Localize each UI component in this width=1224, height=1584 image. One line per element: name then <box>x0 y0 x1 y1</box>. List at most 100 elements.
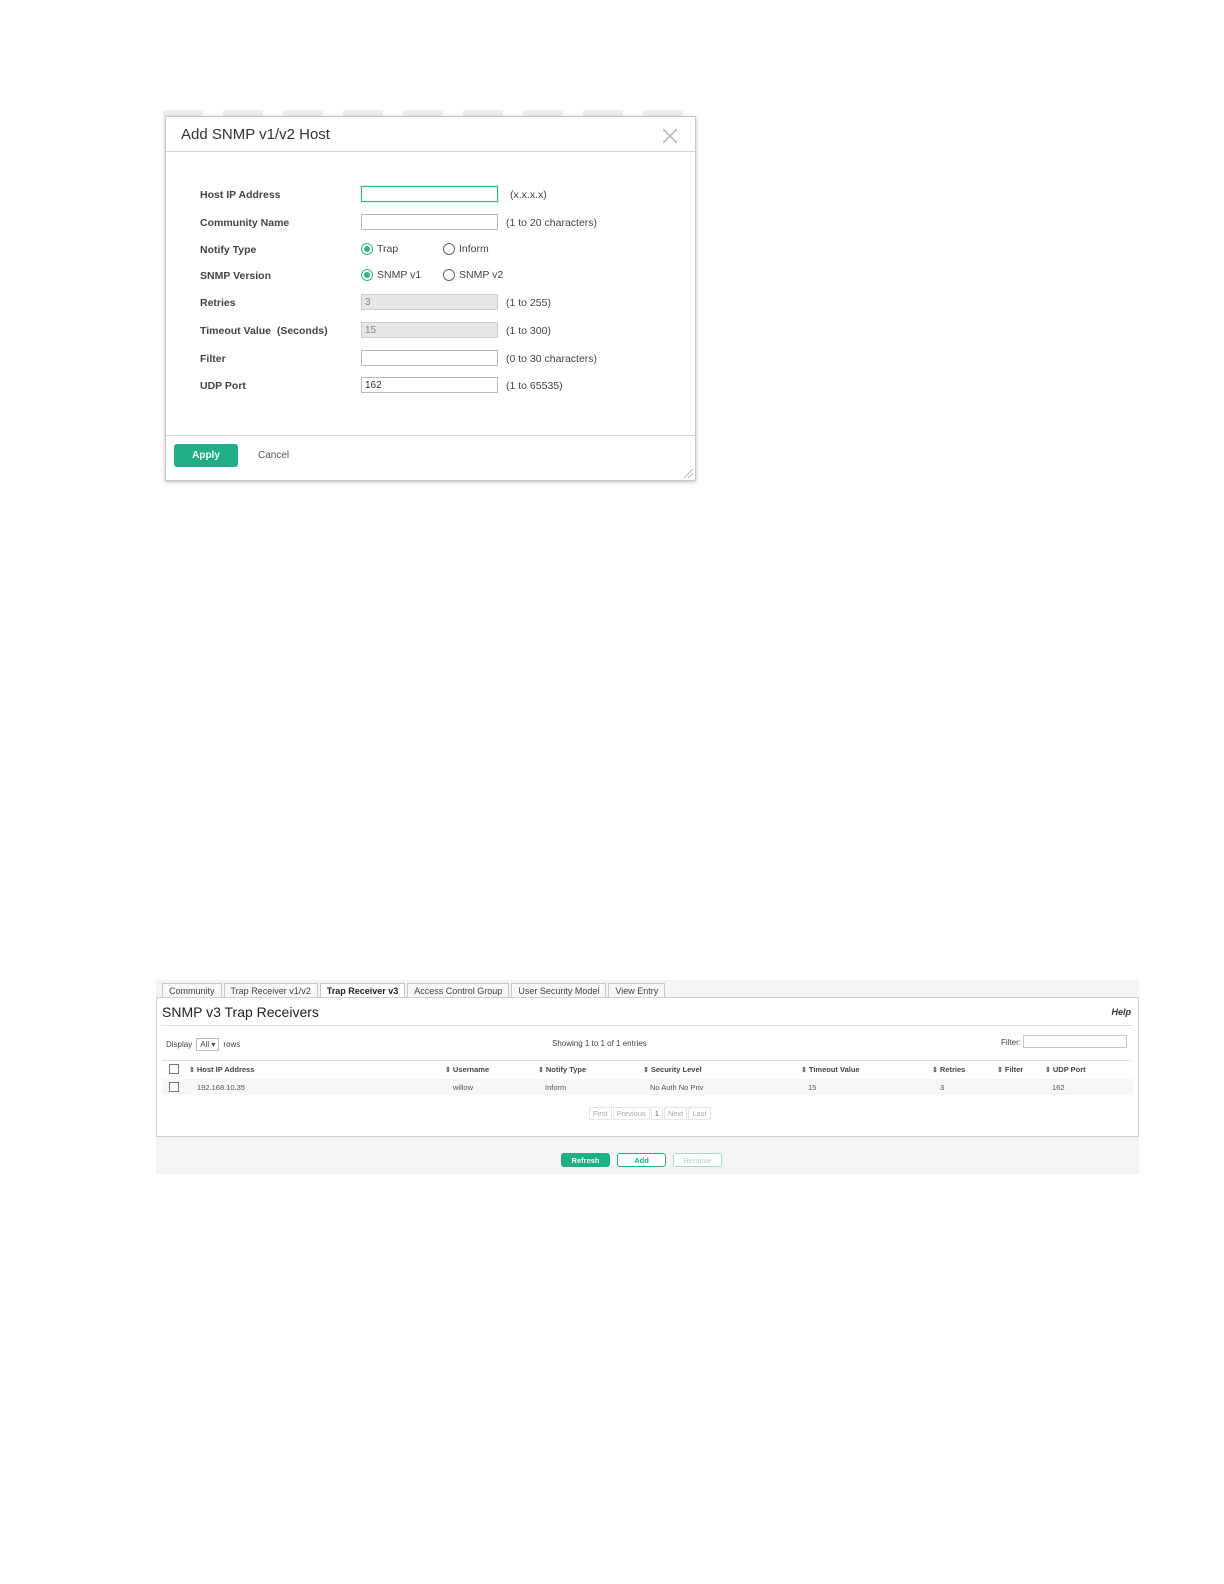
sort-icon: ⇕ <box>997 1067 1003 1074</box>
sort-icon: ⇕ <box>189 1067 195 1074</box>
table-filter-label: Filter: <box>1001 1038 1021 1047</box>
col-timeout-value[interactable]: ⇕ Timeout Value <box>801 1065 860 1074</box>
col-host-ip-label: Host IP Address <box>196 1065 255 1074</box>
notify-type-row: Notify Type Trap Inform <box>166 241 695 261</box>
host-ip-input[interactable] <box>361 186 498 202</box>
cell-notify-type: Inform <box>545 1083 567 1092</box>
sort-icon: ⇕ <box>538 1067 544 1074</box>
snmp-v1-label: SNMP v1 <box>377 269 422 281</box>
rows-label: rows <box>223 1040 241 1049</box>
community-hint: (1 to 20 characters) <box>506 217 598 229</box>
host-ip-row: Host IP Address (x.x.x.x) <box>166 186 695 206</box>
udp-port-input[interactable] <box>361 377 498 393</box>
retries-label: Retries <box>200 297 236 309</box>
snmp-v2-radio[interactable]: SNMP v2 <box>443 267 503 283</box>
rows-select[interactable]: All ▾ <box>196 1038 220 1051</box>
dialog-title: Add SNMP v1/v2 Host <box>181 126 330 143</box>
col-host-ip[interactable]: ⇕ Host IP Address <box>189 1065 254 1074</box>
snmp-v2-label: SNMP v2 <box>459 269 504 281</box>
select-all-checkbox[interactable] <box>169 1064 179 1074</box>
filter-hint: (0 to 30 characters) <box>506 353 598 365</box>
table-row[interactable]: 192.168.10.35 willow Inform No Auth No P… <box>162 1079 1133 1095</box>
host-ip-hint: (x.x.x.x) <box>510 189 547 201</box>
col-username[interactable]: ⇕ Username <box>445 1065 489 1074</box>
table-header: ⇕ Host IP Address ⇕ Username ⇕ Notify Type … <box>162 1060 1133 1080</box>
entries-info: Showing 1 to 1 of 1 entries <box>552 1039 647 1048</box>
radio-selected-icon <box>361 243 373 255</box>
community-row: Community Name (1 to 20 characters) <box>166 214 695 234</box>
retries-input[interactable] <box>361 294 498 310</box>
display-rows-control: Display All ▾ rows <box>166 1038 240 1051</box>
cell-timeout-value: 15 <box>808 1083 817 1092</box>
cell-security-level: No Auth No Priv <box>650 1083 704 1092</box>
col-udp-port-label: UDP Port <box>1052 1065 1086 1074</box>
filter-row: Filter (0 to 30 characters) <box>166 350 695 370</box>
display-label: Display <box>166 1040 193 1049</box>
help-link[interactable]: Help <box>1111 1007 1131 1017</box>
cancel-button[interactable]: Cancel <box>258 450 289 461</box>
cell-udp-port: 162 <box>1052 1083 1065 1092</box>
resize-handle-icon[interactable] <box>684 469 693 478</box>
timeout-input[interactable] <box>361 322 498 338</box>
refresh-button[interactable]: Refresh <box>561 1153 610 1167</box>
radio-unselected-icon <box>443 269 455 281</box>
col-udp-port[interactable]: ⇕ UDP Port <box>1045 1065 1086 1074</box>
sort-icon: ⇕ <box>932 1067 938 1074</box>
col-retries[interactable]: ⇕ Retries <box>932 1065 965 1074</box>
table-filter-input[interactable] <box>1023 1035 1127 1048</box>
col-security-level[interactable]: ⇕ Security Level <box>643 1065 702 1074</box>
pager-next[interactable]: Next <box>663 1107 688 1120</box>
close-icon[interactable] <box>661 127 679 145</box>
page-title: SNMP v3 Trap Receivers <box>162 1004 319 1020</box>
sort-icon: ⇕ <box>643 1067 649 1074</box>
notify-trap-radio[interactable]: Trap <box>361 241 398 257</box>
notify-trap-label: Trap <box>377 243 399 255</box>
col-timeout-value-label: Timeout Value <box>808 1065 860 1074</box>
timeout-label: Timeout Value (Seconds) <box>200 325 328 337</box>
dialog-header-divider <box>166 151 695 152</box>
udp-port-label: UDP Port <box>200 380 246 392</box>
trap-receivers-content: SNMP v3 Trap Receivers Help Display All … <box>156 997 1139 1137</box>
sort-icon: ⇕ <box>1045 1067 1051 1074</box>
pagination: First Previous 1 Next Last <box>589 1107 712 1120</box>
retries-hint: (1 to 255) <box>506 297 551 309</box>
sort-icon: ⇕ <box>445 1067 451 1074</box>
add-snmp-host-dialog: Add SNMP v1/v2 Host Host IP Address (x.x… <box>165 116 696 481</box>
radio-unselected-icon <box>443 243 455 255</box>
filter-input[interactable] <box>361 350 498 366</box>
sort-icon: ⇕ <box>801 1067 807 1074</box>
udp-port-row: UDP Port (1 to 65535) <box>166 377 695 397</box>
col-notify-type-label: Notify Type <box>545 1065 587 1074</box>
col-notify-type[interactable]: ⇕ Notify Type <box>538 1065 586 1074</box>
col-username-label: Username <box>452 1065 490 1074</box>
udp-port-hint: (1 to 65535) <box>506 380 563 392</box>
remove-button[interactable]: Remove <box>673 1153 722 1167</box>
title-divider <box>162 1025 1133 1026</box>
notify-inform-label: Inform <box>459 243 489 255</box>
snmp-version-row: SNMP Version SNMP v1 SNMP v2 <box>166 267 695 287</box>
cell-host-ip: 192.168.10.35 <box>197 1083 245 1092</box>
notify-type-label: Notify Type <box>200 244 257 256</box>
timeout-hint: (1 to 300) <box>506 325 551 337</box>
snmp-v1-radio[interactable]: SNMP v1 <box>361 267 421 283</box>
chevron-down-icon: ▾ <box>211 1040 216 1049</box>
col-retries-label: Retries <box>939 1065 966 1074</box>
row-checkbox[interactable] <box>169 1082 179 1092</box>
pager-previous[interactable]: Previous <box>612 1107 650 1120</box>
community-input[interactable] <box>361 214 498 230</box>
snmp-version-label: SNMP Version <box>200 270 271 282</box>
pager-first[interactable]: First <box>589 1107 612 1120</box>
apply-button[interactable]: Apply <box>174 444 238 467</box>
radio-selected-icon <box>361 269 373 281</box>
add-button[interactable]: Add <box>617 1153 666 1167</box>
dialog-footer-divider <box>166 435 695 436</box>
filter-label: Filter <box>200 353 226 365</box>
pager-last[interactable]: Last <box>688 1107 711 1120</box>
col-security-level-label: Security Level <box>650 1065 702 1074</box>
snmp-page-panel: Community Trap Receiver v1/v2 Trap Recei… <box>156 980 1139 1174</box>
col-filter[interactable]: ⇕ Filter <box>997 1065 1023 1074</box>
pager-page-1[interactable]: 1 <box>650 1107 663 1120</box>
host-ip-label: Host IP Address <box>200 189 281 201</box>
notify-inform-radio[interactable]: Inform <box>443 241 489 257</box>
col-filter-label: Filter <box>1004 1065 1024 1074</box>
